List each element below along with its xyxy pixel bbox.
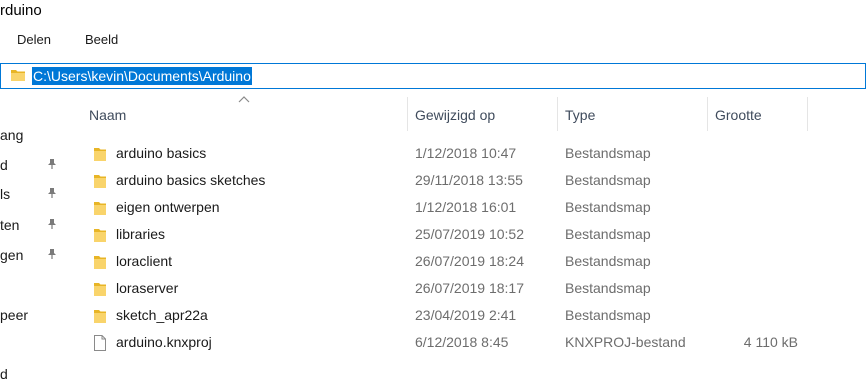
nav-item[interactable]: ls xyxy=(0,186,10,202)
folder-icon xyxy=(94,175,106,188)
file-name: loraserver xyxy=(116,280,179,296)
file-name: eigen ontwerpen xyxy=(116,199,220,215)
file-row[interactable]: eigen ontwerpen 1/12/2018 16:01 Bestands… xyxy=(66,194,866,221)
ribbon: Delen Beeld xyxy=(0,29,866,53)
file-type: Bestandsmap xyxy=(565,280,651,296)
address-bar[interactable]: C:\Users\kevin\Documents\Arduino xyxy=(0,63,866,89)
nav-item[interactable]: d xyxy=(0,366,8,382)
column-divider[interactable] xyxy=(557,97,558,131)
column-header: Naam Gewijzigd op Type Grootte xyxy=(66,96,866,133)
navigation-pane: ang d ls ten gen peer d xyxy=(0,89,66,386)
column-modified[interactable]: Gewijzigd op xyxy=(415,107,495,123)
file-row[interactable]: sketch_apr22a 23/04/2019 2:41 Bestandsma… xyxy=(66,302,866,329)
pin-icon[interactable] xyxy=(46,218,58,230)
column-size[interactable]: Grootte xyxy=(715,107,762,123)
file-modified: 6/12/2018 8:45 xyxy=(415,334,509,350)
file-modified: 1/12/2018 10:47 xyxy=(415,145,517,161)
file-row[interactable]: libraries 25/07/2019 10:52 Bestandsmap xyxy=(66,221,866,248)
address-path[interactable]: C:\Users\kevin\Documents\Arduino xyxy=(32,67,252,85)
tab-beeld[interactable]: Beeld xyxy=(85,32,118,47)
file-name: arduino.knxproj xyxy=(116,334,212,350)
file-type: Bestandsmap xyxy=(565,307,651,323)
folder-icon xyxy=(94,283,106,296)
file-name: sketch_apr22a xyxy=(116,307,208,323)
folder-icon xyxy=(94,202,106,215)
file-name: loraclient xyxy=(116,253,173,269)
folder-icon xyxy=(94,229,106,242)
column-type[interactable]: Type xyxy=(565,107,595,123)
file-modified: 25/07/2019 10:52 xyxy=(415,226,524,242)
nav-item[interactable]: ang xyxy=(0,127,23,143)
file-size: 4 110 kB xyxy=(743,334,798,350)
column-divider[interactable] xyxy=(707,97,708,131)
column-divider[interactable] xyxy=(407,97,408,131)
nav-item[interactable]: gen xyxy=(0,247,23,263)
file-name: arduino basics sketches xyxy=(116,172,266,188)
file-modified: 26/07/2019 18:24 xyxy=(415,253,524,269)
nav-item[interactable]: d xyxy=(0,157,8,173)
file-type: KNXPROJ-bestand xyxy=(565,334,686,350)
file-modified: 23/04/2019 2:41 xyxy=(415,307,517,323)
file-type: Bestandsmap xyxy=(565,226,651,242)
file-modified: 26/07/2019 18:17 xyxy=(415,280,524,296)
sort-ascending-icon xyxy=(238,96,250,103)
column-name[interactable]: Naam xyxy=(89,107,126,123)
window-title: rduino xyxy=(0,2,42,19)
file-type: Bestandsmap xyxy=(565,145,651,161)
file-row[interactable]: loraserver 26/07/2019 18:17 Bestandsmap xyxy=(66,275,866,302)
pin-icon[interactable] xyxy=(46,158,58,170)
file-name: arduino basics xyxy=(116,145,207,161)
nav-item[interactable]: ten xyxy=(0,217,19,233)
file-row[interactable]: arduino.knxproj 6/12/2018 8:45 KNXPROJ-b… xyxy=(66,329,866,356)
file-type: Bestandsmap xyxy=(565,172,651,188)
column-divider[interactable] xyxy=(807,97,808,131)
file-icon xyxy=(94,335,106,351)
folder-icon xyxy=(94,256,106,269)
pin-icon[interactable] xyxy=(46,248,58,260)
nav-item[interactable]: peer xyxy=(0,307,28,323)
file-name: libraries xyxy=(116,226,166,242)
file-row[interactable]: arduino basics sketches 29/11/2018 13:55… xyxy=(66,167,866,194)
file-modified: 29/11/2018 13:55 xyxy=(415,172,523,188)
folder-icon xyxy=(94,148,106,161)
file-row[interactable]: arduino basics 1/12/2018 10:47 Bestandsm… xyxy=(66,140,866,167)
file-type: Bestandsmap xyxy=(565,253,651,269)
pin-icon[interactable] xyxy=(46,187,58,199)
file-type: Bestandsmap xyxy=(565,199,651,215)
folder-icon xyxy=(11,70,25,81)
file-modified: 1/12/2018 16:01 xyxy=(415,199,517,215)
folder-icon xyxy=(94,310,106,323)
tab-delen[interactable]: Delen xyxy=(17,32,51,47)
file-row[interactable]: loraclient 26/07/2019 18:24 Bestandsmap xyxy=(66,248,866,275)
